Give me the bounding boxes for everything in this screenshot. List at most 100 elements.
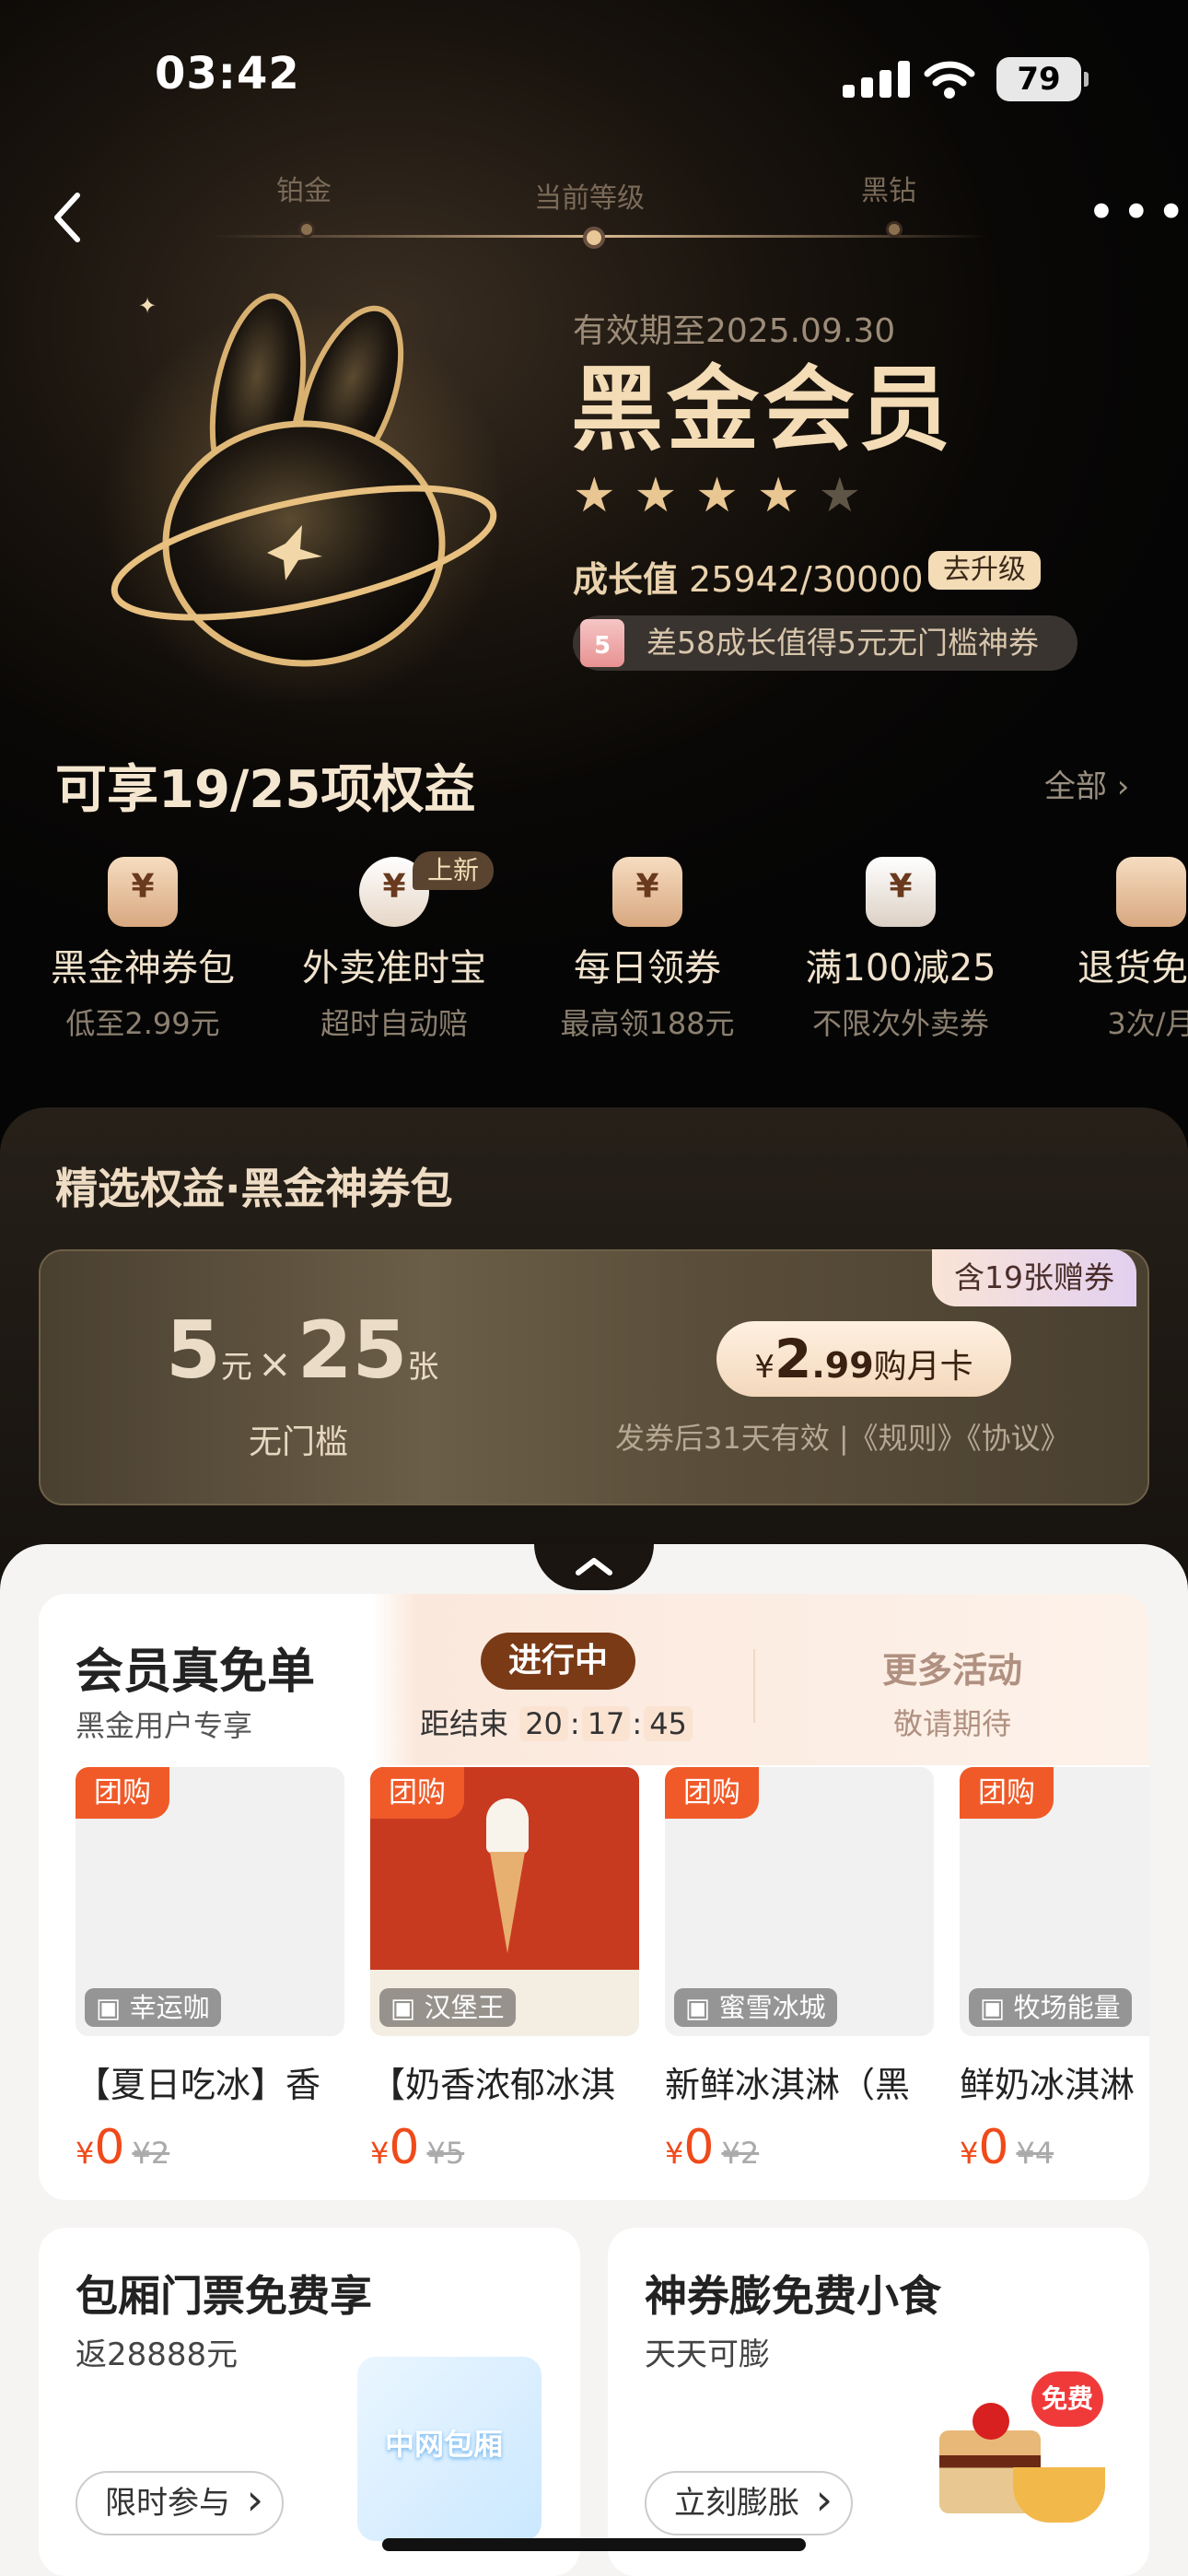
level-stars: ★★★★★	[573, 468, 879, 523]
shop-name: 汉堡王	[424, 1992, 505, 2023]
group-buy-tag: 团购	[370, 1767, 464, 1819]
growth-value: 成长值 25942/30000	[573, 551, 924, 602]
ticket-image: 中网包厢	[357, 2357, 542, 2541]
price-original: ¥5	[426, 2136, 465, 2171]
star-icon: ★	[573, 468, 635, 523]
coupon-threshold: 无门槛	[249, 1423, 349, 1461]
more-options-icon[interactable]: •••	[1087, 188, 1188, 238]
benefit-sub: 超时自动赔	[320, 1006, 468, 1041]
ticket-image-text: 中网包厢	[385, 2427, 504, 2462]
price-original: ¥2	[132, 2136, 170, 2171]
product-name: 【奶香浓郁冰淇	[370, 2065, 616, 2105]
coupon-count: 25	[297, 1305, 408, 1397]
benefit-name: 每日领券	[574, 947, 721, 989]
product-name: 鲜奶冰淇淋	[960, 2065, 1136, 2105]
shop-name: 蜜雪冰城	[718, 1992, 826, 2023]
benefits-all-link[interactable]: 全部 ›	[1044, 761, 1129, 806]
chevron-up-icon[interactable]	[573, 1555, 615, 1577]
upgrade-button[interactable]: 去升级	[928, 551, 1041, 590]
growth-label: 成长值	[573, 559, 679, 600]
level-black-diamond[interactable]: 黑钻	[861, 168, 916, 208]
countdown-label: 距结束	[420, 1706, 509, 1741]
sparkle-icon: ✦	[138, 293, 157, 319]
benefit-name: 退货免运	[1077, 947, 1188, 989]
product-card[interactable]: 团购 ▣ 牧场能量 鲜奶冰淇淋 ¥0 ¥4	[960, 1767, 1149, 2175]
validity-date: 有效期至2025.09.30	[573, 312, 896, 350]
level-current-dot	[583, 227, 605, 249]
battery-indicator: 79	[996, 57, 1089, 101]
benefit-sub: 低至2.99元	[65, 1006, 220, 1041]
shop-icon: ▣	[390, 1992, 416, 2023]
back-arrow-icon[interactable]	[50, 190, 87, 245]
inflate-button[interactable]: 立刻膨胀	[645, 2469, 853, 2535]
snack-coupon-card[interactable]: 神券膨免费小食 天天可膨 免费 立刻膨胀	[608, 2228, 1149, 2576]
wifi-icon	[924, 61, 975, 99]
product-card[interactable]: 团购 ▣ 汉堡王 【奶香浓郁冰淇 ¥0 ¥5	[370, 1767, 639, 2175]
price-now: 0	[978, 2120, 1009, 2175]
star-icon: ★	[695, 468, 757, 523]
product-price: ¥0 ¥2	[76, 2120, 170, 2175]
benefit-name: 满100减25	[805, 947, 996, 989]
coupon-rules-link[interactable]: 发券后31天有效 |《规则》《协议》	[615, 1415, 1070, 1458]
price-integer: 2	[774, 1328, 812, 1390]
product-image: 团购 ▣ 汉堡王	[370, 1767, 639, 2036]
coupon-face-value: 5元 ×25张	[166, 1305, 438, 1397]
tab-in-progress[interactable]: 进行中	[481, 1633, 635, 1690]
benefit-item[interactable]: 退货免运 3次/月	[1031, 857, 1188, 1043]
product-card[interactable]: 团购 ▣ 幸运咖 【夏日吃冰】香 ¥0 ¥2	[76, 1767, 344, 2175]
group-buy-tag: 团购	[76, 1767, 169, 1819]
benefit-item[interactable]: 黑金神券包 低至2.99元	[23, 857, 262, 1043]
benefit-sub: 3次/月	[1107, 1006, 1188, 1041]
benefit-sub: 最高领188元	[560, 1006, 735, 1041]
rabbit-icon	[866, 857, 936, 927]
product-card[interactable]: 团购 ▣ 蜜雪冰城 新鲜冰淇淋（黑 ¥0 ¥2	[665, 1767, 934, 2175]
product-name: 新鲜冰淇淋（黑	[665, 2065, 911, 2105]
level-dot	[298, 221, 315, 238]
more-activities-sub: 敬请期待	[893, 1706, 1012, 1741]
card-subtitle: 天天可膨	[645, 2336, 770, 2373]
product-name: 【夏日吃冰】香	[76, 2065, 321, 2105]
product-price: ¥0 ¥2	[665, 2120, 760, 2175]
box-ticket-card[interactable]: 包厢门票免费享 返28888元 中网包厢 限时参与	[39, 2228, 580, 2576]
card-title: 包厢门票免费享	[76, 2271, 372, 2321]
shop-badge: ▣ 蜜雪冰城	[674, 1988, 837, 2027]
home-indicator	[382, 2538, 806, 2551]
countdown-seconds: 45	[644, 1706, 693, 1741]
coupon-count-unit: 张	[407, 1349, 439, 1386]
join-button[interactable]: 限时参与	[76, 2469, 284, 2535]
divider	[753, 1649, 755, 1723]
benefit-name: 外卖准时宝	[302, 947, 486, 989]
buy-label: 购月卡	[873, 1348, 973, 1386]
member-level-title: 黑金会员	[571, 356, 954, 463]
product-image: 团购 ▣ 牧场能量	[960, 1767, 1149, 2036]
member-page: 03:42 79 ••• 铂金 当前等级 黑钻 ✦ 有效期至2025.09.30…	[0, 0, 1188, 2576]
growth-tip[interactable]: 差58成长值得5元无门槛神券	[573, 615, 1077, 671]
rabbit-mascot-icon	[101, 293, 507, 700]
tab-more-activities[interactable]: 更多活动	[882, 1642, 1022, 1692]
buy-monthly-card-button[interactable]: ¥2.99购月卡	[716, 1321, 1011, 1397]
return-bag-icon	[1116, 857, 1186, 927]
countdown-minutes: 17	[581, 1706, 631, 1741]
free-badge: 免费	[1031, 2371, 1103, 2427]
product-price: ¥0 ¥5	[370, 2120, 465, 2175]
benefit-item[interactable]: 每日领券 最高领188元	[528, 857, 767, 1043]
countdown: 距结束 20:17:45	[420, 1701, 694, 1743]
level-platinum[interactable]: 铂金	[276, 168, 332, 208]
price-original: ¥2	[721, 2136, 760, 2171]
group-buy-tag: 团购	[960, 1767, 1054, 1819]
shop-icon: ▣	[685, 1992, 711, 2023]
star-icon: ★	[756, 468, 819, 523]
money-bag-icon	[108, 857, 178, 927]
coupon-5-icon: 5	[580, 619, 624, 667]
shop-icon: ▣	[980, 1992, 1006, 2023]
coupon-amount: 5	[166, 1305, 221, 1397]
price-original: ¥4	[1016, 2136, 1054, 2171]
benefit-item[interactable]: 满100减25 不限次外卖券	[781, 857, 1020, 1043]
product-price: ¥0 ¥4	[960, 2120, 1054, 2175]
price-currency: ¥	[754, 1349, 775, 1386]
product-image: 团购 ▣ 幸运咖	[76, 1767, 344, 2036]
shop-name: 幸运咖	[129, 1992, 210, 2023]
bonus-coupon-badge: 含19张赠券	[932, 1249, 1136, 1306]
free-order-title: 会员真免单	[76, 1645, 316, 1700]
benefit-name: 黑金神券包	[51, 947, 235, 989]
